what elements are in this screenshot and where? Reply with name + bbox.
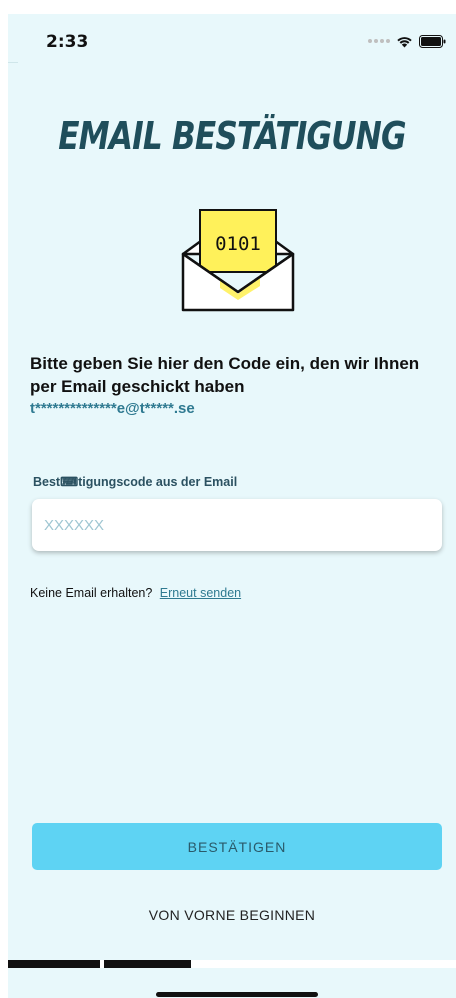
battery-icon bbox=[419, 34, 446, 48]
tab-segment bbox=[104, 960, 191, 968]
resend-link[interactable]: Erneut senden bbox=[160, 586, 241, 600]
resend-row: Keine Email erhalten? Erneut senden bbox=[30, 586, 241, 600]
divider bbox=[8, 62, 18, 63]
page-title: EMAIL BESTÄTIGUNG bbox=[58, 114, 406, 158]
resend-prompt: Keine Email erhalten? bbox=[30, 586, 153, 600]
masked-email: t**************e@t*****.se bbox=[30, 400, 195, 417]
restart-button[interactable]: VON VORNE BEGINNEN bbox=[8, 907, 456, 923]
code-field-label: Best⌨tigungscode aus der Email bbox=[33, 475, 238, 489]
wifi-icon bbox=[397, 36, 412, 47]
code-text: 0101 bbox=[215, 233, 261, 255]
app-screen: 2:33 EMAIL BESTÄTIGUNG 0101 Bitte geben … bbox=[8, 14, 456, 998]
instruction-text: Bitte geben Sie hier den Code ein, den w… bbox=[30, 354, 420, 396]
status-bar: 2:33 bbox=[8, 14, 456, 58]
status-icons bbox=[368, 32, 446, 50]
verification-code-input[interactable] bbox=[32, 499, 442, 551]
signal-icon bbox=[368, 39, 390, 43]
confirm-button[interactable]: BESTÄTIGEN bbox=[32, 823, 442, 870]
envelope-with-code-icon: 0101 bbox=[181, 209, 295, 312]
tab-segment bbox=[8, 960, 100, 968]
home-indicator[interactable] bbox=[156, 992, 318, 997]
status-time: 2:33 bbox=[46, 32, 89, 52]
